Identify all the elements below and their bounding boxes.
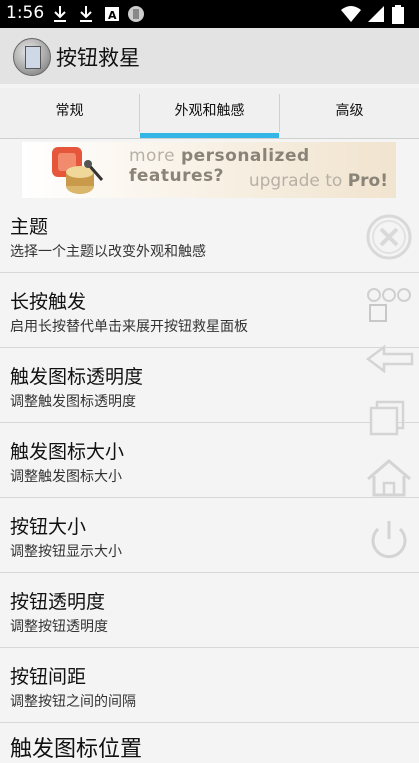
svg-text:A: A [108,9,117,22]
pref-title: 按钮间距 [10,666,87,688]
close-icon[interactable] [360,209,418,265]
upgrade-banner[interactable]: more personalized features? upgrade to P… [22,142,396,198]
battery-icon [392,5,404,24]
pref-theme[interactable]: 主题 选择一个主题以改变外观和触感 [0,198,419,273]
home-icon[interactable] [360,457,418,499]
pref-title: 按钮大小 [10,516,87,538]
power-icon[interactable] [360,517,418,561]
pro-badge-icon [52,147,104,194]
pref-summary: 选择一个主题以改变外观和触感 [10,244,206,260]
menu-icon[interactable] [360,285,418,325]
signal-icon [368,6,384,22]
pref-long-press[interactable]: 长按触发 启用长按替代单击来展开按钮救星面板 [0,273,419,348]
download-icon [80,6,92,22]
status-bar: 1:56 A [0,0,419,28]
pref-summary: 调整按钮之间的间隔 [10,694,136,710]
pref-trigger-size[interactable]: 触发图标大小 调整触发图标大小 [0,423,419,498]
banner-line-2-strong: Pro! [347,171,388,191]
pref-trigger-position-partial[interactable]: 触发图标位置 [10,731,142,763]
pref-summary: 调整按钮显示大小 [10,544,122,560]
tab-advanced[interactable]: 高级 [280,88,419,138]
pref-summary: 调整触发图标大小 [10,469,122,485]
pref-summary: 调整触发图标透明度 [10,394,136,410]
pref-summary: 启用长按替代单击来展开按钮救星面板 [10,319,248,335]
recent-apps-icon[interactable] [360,398,418,438]
app-logo[interactable] [13,38,51,76]
banner-line-1-prefix: more [129,146,181,166]
tab-bar: 常规 外观和触感 高级 [0,88,419,139]
app-title: 按钮救星 [56,46,140,70]
pref-trigger-opacity[interactable]: 触发图标透明度 调整触发图标透明度 [0,348,419,423]
pref-title: 触发图标透明度 [10,366,144,388]
tab-appearance[interactable]: 外观和触感 [140,88,279,138]
banner-line-2: upgrade to Pro! [249,171,388,191]
pref-title: 按钮透明度 [10,591,106,613]
back-icon[interactable] [360,341,418,377]
circle-app-icon [128,6,144,22]
download-icon [54,6,66,22]
banner-line-2-prefix: upgrade to [248,171,348,191]
tab-general[interactable]: 常规 [0,88,139,138]
floating-button-panel [360,205,418,565]
wifi-icon [341,6,361,22]
pref-button-opacity[interactable]: 按钮透明度 调整按钮透明度 [0,573,419,648]
pref-button-size[interactable]: 按钮大小 调整按钮显示大小 [0,498,419,573]
pref-button-spacing[interactable]: 按钮间距 调整按钮之间的间隔 [0,648,419,723]
status-time: 1:56 [6,3,45,23]
pref-title: 长按触发 [10,291,87,313]
pref-title: 触发图标大小 [10,441,125,463]
action-bar: 按钮救星 [0,28,419,84]
letter-a-icon: A [105,7,119,22]
pref-title: 主题 [10,216,49,238]
pref-summary: 调整按钮透明度 [10,619,108,635]
